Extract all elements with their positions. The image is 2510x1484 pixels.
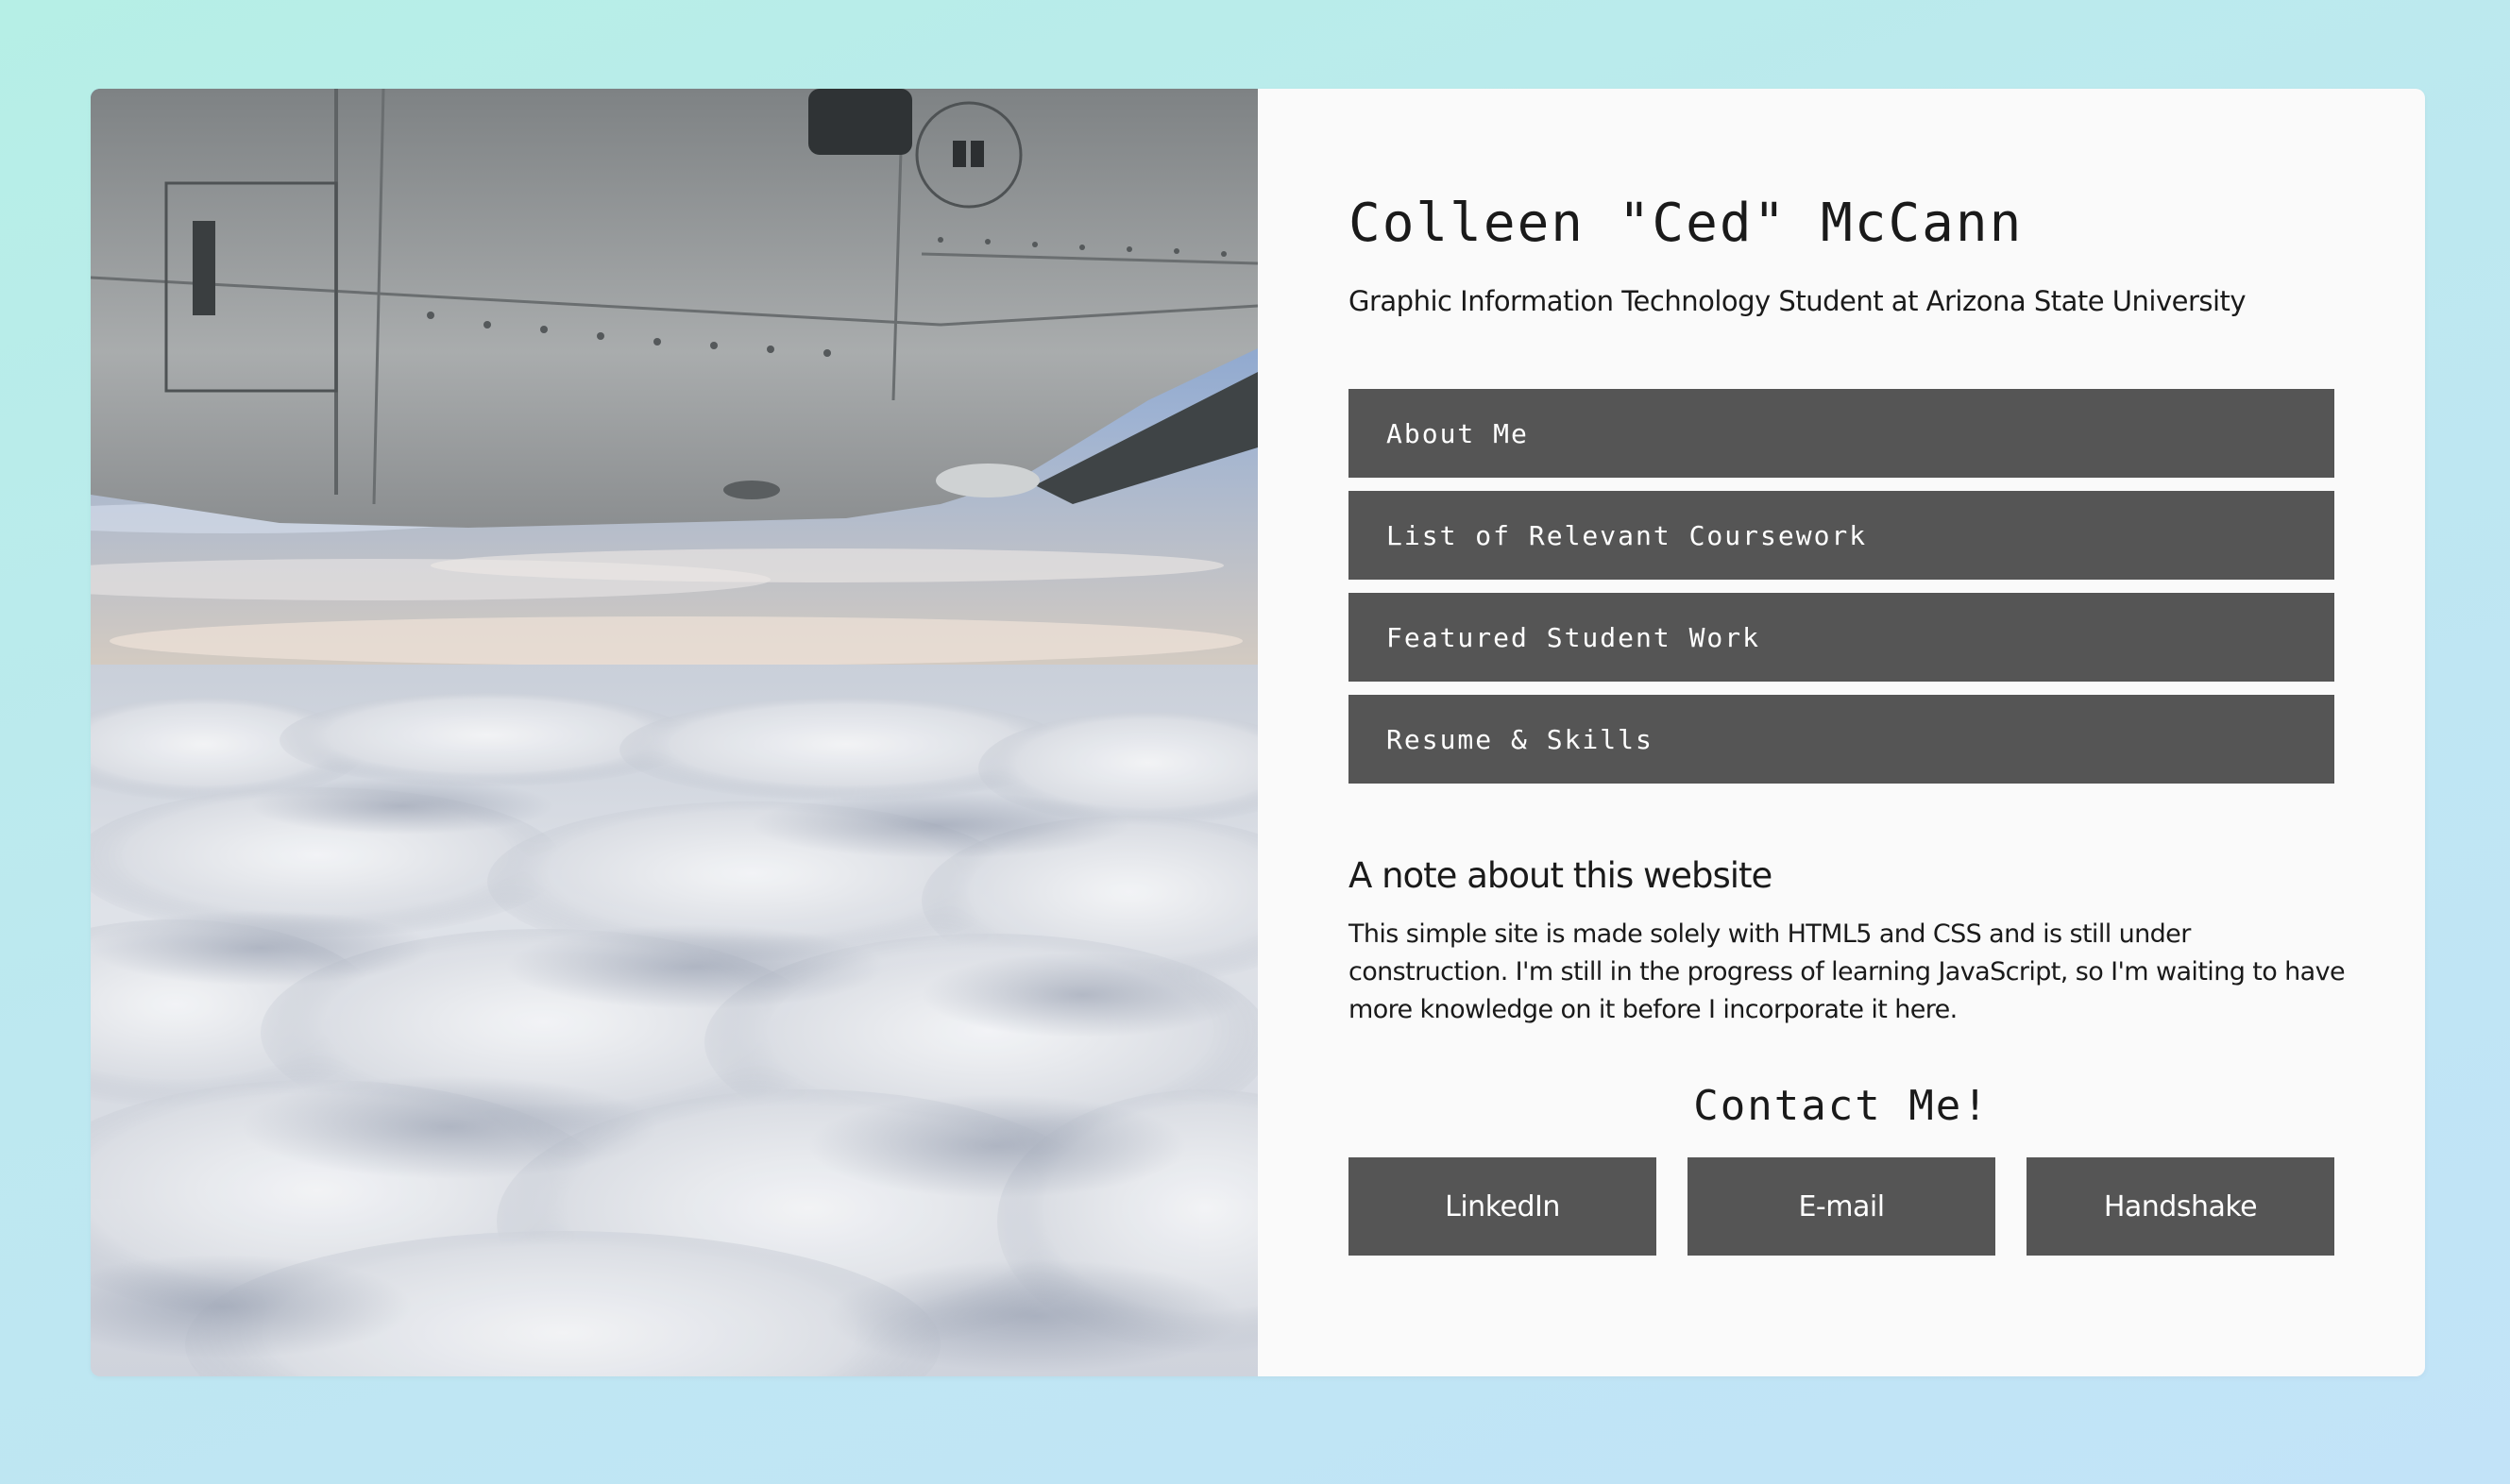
- main-nav: About Me List of Relevant Coursework Fea…: [1348, 389, 2334, 797]
- nav-featured-work-button[interactable]: Featured Student Work: [1348, 593, 2334, 682]
- note-heading: A note about this website: [1348, 855, 1772, 896]
- profile-card: Colleen "Ced" McCann Graphic Information…: [91, 89, 2425, 1376]
- hero-photo: [91, 89, 1258, 1376]
- nav-about-me-button[interactable]: About Me: [1348, 389, 2334, 478]
- content-panel: Colleen "Ced" McCann Graphic Information…: [1258, 89, 2425, 1376]
- handshake-button[interactable]: Handshake: [2027, 1157, 2334, 1256]
- linkedin-button[interactable]: LinkedIn: [1348, 1157, 1656, 1256]
- contact-heading: Contact Me!: [1693, 1082, 1990, 1130]
- note-body: This simple site is made solely with HTM…: [1348, 919, 2346, 1024]
- nav-coursework-button[interactable]: List of Relevant Coursework: [1348, 491, 2334, 580]
- profile-subtitle: Graphic Information Technology Student a…: [1348, 285, 2247, 317]
- airplane-wing-clouds-image: [91, 89, 1258, 1376]
- contact-buttons: LinkedIn E-mail Handshake: [1348, 1157, 2334, 1256]
- email-button[interactable]: E-mail: [1687, 1157, 1995, 1256]
- profile-name: Colleen "Ced" McCann: [1348, 193, 2024, 254]
- nav-resume-skills-button[interactable]: Resume & Skills: [1348, 695, 2334, 784]
